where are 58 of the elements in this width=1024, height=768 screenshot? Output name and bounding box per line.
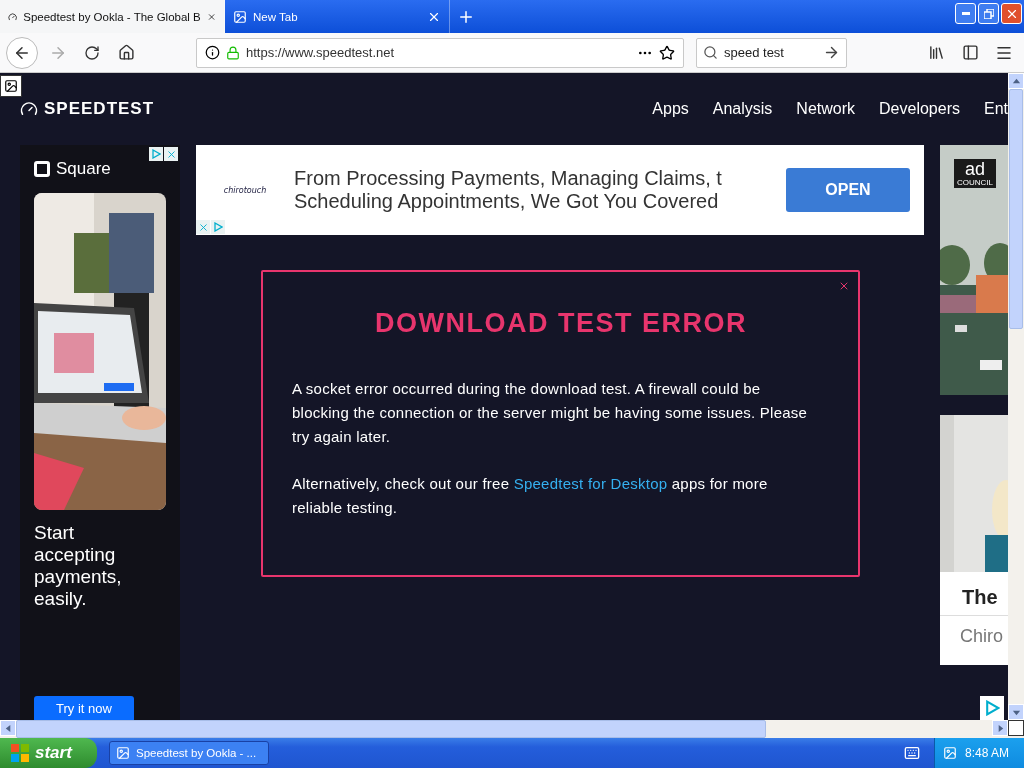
browser-tab[interactable]: Speedtest by Ookla - The Global B: [0, 0, 225, 33]
horizontal-scrollbar[interactable]: [0, 720, 1024, 738]
keyboard-icon[interactable]: [904, 745, 920, 761]
dialog-title: DOWNLOAD TEST ERROR: [374, 308, 748, 339]
error-message: A socket error occurred during the download test. A firewall could be blocking the connection or the server might be having some issues. Please try again later.: [292, 379, 809, 447]
restore-button[interactable]: [978, 3, 999, 24]
play-icon[interactable]: [984, 700, 1000, 716]
home-icon: [117, 44, 135, 61]
minimize-button[interactable]: [955, 3, 976, 24]
back-button[interactable]: [6, 36, 38, 69]
ad-headline: Start accepting payments, easily.: [34, 522, 123, 610]
banner-ad[interactable]: chirotouch From Processing Payments, Managing Claims, t Scheduling Appointments, We Got You Covered OPEN: [196, 145, 924, 235]
tab-title: New Tab: [253, 10, 299, 23]
nav-link[interactable]: Developers: [879, 100, 960, 118]
nav-link[interactable]: Analysis: [712, 100, 773, 118]
ad-text: From Processing Payments, Managing Claims, t: [294, 167, 723, 190]
reload-icon: [84, 44, 100, 61]
vertical-scrollbar[interactable]: [1008, 73, 1024, 720]
scrollbar-corner: [1008, 720, 1024, 736]
lock-icon: [226, 45, 240, 60]
play-icon[interactable]: [151, 149, 161, 159]
search-icon: [703, 45, 718, 60]
scroll-up-icon[interactable]: [1011, 76, 1021, 86]
clock: 8:48 AM: [965, 746, 1010, 760]
try-button[interactable]: Try it now: [34, 696, 134, 720]
tab-title: Speedtest by Ookla - The Global B: [23, 10, 201, 23]
restore-icon: [983, 8, 994, 19]
star-icon[interactable]: [659, 44, 675, 61]
ad-subtitle: Chiro: [959, 625, 1004, 647]
ad-logo: ad COUNCIL: [954, 159, 996, 188]
open-button[interactable]: OPEN: [786, 168, 910, 212]
ad-panel[interactable]: Square Start accepting payments, easily. Try it now: [20, 145, 180, 720]
close-button[interactable]: [1001, 3, 1022, 24]
windows-flag-icon: [10, 743, 30, 763]
gauge-icon: [20, 100, 38, 118]
taskbar-button[interactable]: Speedtest by Ookla - ...: [109, 741, 269, 765]
play-icon[interactable]: [213, 222, 223, 232]
scroll-left-icon[interactable]: [3, 723, 13, 733]
image-button[interactable]: [0, 75, 22, 97]
ad-card[interactable]: The Chiro: [940, 415, 1008, 665]
nav-link[interactable]: Network: [796, 100, 856, 118]
sidebar-icon: [961, 44, 979, 61]
brand-name: Square: [34, 159, 166, 179]
desktop-app-link[interactable]: Speedtest for Desktop: [513, 475, 668, 492]
nav-link[interactable]: Ent: [984, 100, 1008, 118]
search-field[interactable]: speed test: [696, 37, 847, 68]
address-field[interactable]: https://www.speedtest.net: [196, 37, 684, 68]
brand-name: chirotouch: [222, 185, 268, 195]
info-icon[interactable]: [205, 45, 220, 60]
suggestion-text: Alternatively, check out our free Speedtest for Desktop apps for more reliable testing.: [292, 474, 769, 518]
go-arrow-icon[interactable]: [823, 44, 840, 61]
image-icon: [4, 79, 18, 93]
library-icon: [927, 44, 945, 61]
ad-text: Scheduling Appointments, We Got You Covered: [294, 190, 720, 213]
close-icon[interactable]: [838, 280, 850, 292]
nav-link[interactable]: Apps: [652, 100, 689, 118]
speedtest-logo[interactable]: SPEEDTEST: [20, 99, 155, 119]
minimize-icon: [961, 12, 970, 15]
